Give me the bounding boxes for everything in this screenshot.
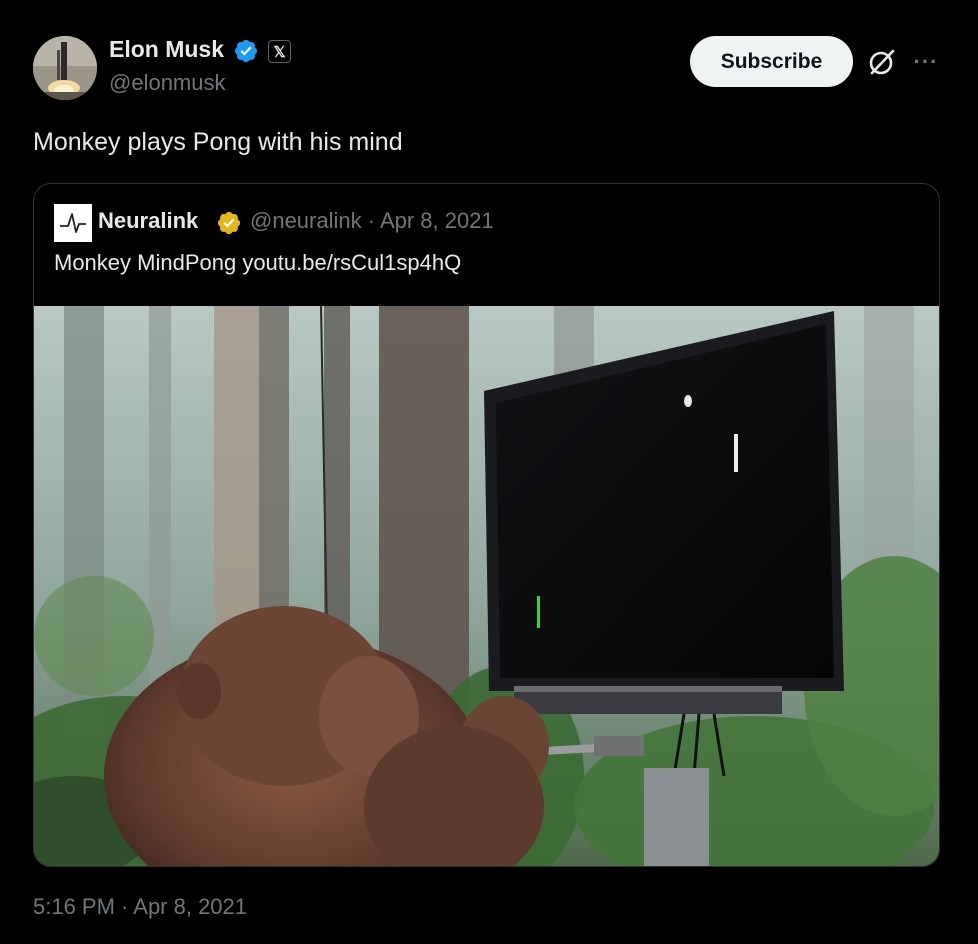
quoted-author-name[interactable]: Neuralink [98,208,198,234]
media-image [34,306,939,866]
x-logo-icon: 𝕏 [268,40,291,63]
quoted-tweet-text: Monkey MindPong youtu.be/rsCul1sp4hQ [54,250,462,275]
tweet-text: Monkey plays Pong with his mind [33,128,403,156]
author-name[interactable]: Elon Musk [109,36,224,63]
quoted-tweet-card[interactable]: Neuralink @neuralink · Apr 8, 2021 Monke… [33,183,940,867]
tweet-timestamp[interactable]: 5:16 PM · Apr 8, 2021 [33,894,247,920]
subscribe-button[interactable]: Subscribe [690,36,853,87]
more-icon[interactable]: ··· [912,46,940,78]
author-avatar[interactable] [33,36,97,100]
verified-badge-icon [234,39,258,63]
quoted-handle-date[interactable]: @neuralink · Apr 8, 2021 [250,208,494,234]
grok-icon[interactable] [866,46,898,78]
neuralink-logo-icon[interactable] [54,204,92,242]
author-handle[interactable]: @elonmusk [109,70,226,96]
video-thumbnail[interactable] [34,306,939,866]
verified-badge-icon [217,211,241,235]
